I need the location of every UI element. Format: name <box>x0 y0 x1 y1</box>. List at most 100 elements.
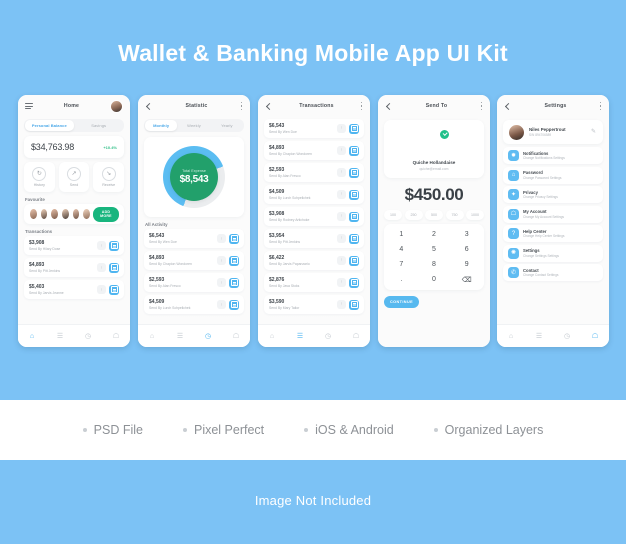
nav-clock-icon[interactable]: ◷ <box>324 332 333 341</box>
nav-home-icon[interactable]: ⌂ <box>28 332 37 341</box>
share-icon[interactable]: ↑ <box>217 300 226 310</box>
key-0[interactable]: 0 <box>419 273 450 286</box>
settings-item-contact[interactable]: ✆ Contact Change Contact Settings <box>503 264 603 281</box>
tab-monthly[interactable]: Monthly <box>145 120 178 132</box>
share-icon[interactable]: ↑ <box>217 256 226 266</box>
share-icon[interactable]: ↑ <box>217 278 226 288</box>
amount-display[interactable]: $450.00 <box>378 185 490 205</box>
share-icon[interactable]: ↑ <box>337 234 346 243</box>
favourite-avatar[interactable] <box>29 208 38 221</box>
receipt-icon[interactable] <box>349 277 359 288</box>
key-9[interactable]: 9 <box>451 258 482 271</box>
receipt-icon[interactable] <box>349 189 359 200</box>
table-row[interactable]: $6,422 Send By Jarvis Papanzario ↑ <box>264 251 364 270</box>
settings-item-password[interactable]: ⌂ Password Change Password Settings <box>503 166 603 184</box>
action-send[interactable]: ↗ Send <box>58 162 90 193</box>
key-7[interactable]: 7 <box>386 258 417 271</box>
key-3[interactable]: 3 <box>451 228 482 241</box>
settings-item-help-center[interactable]: ? Help Center Change Help Center Setting… <box>503 225 603 242</box>
share-icon[interactable]: ↑ <box>337 212 346 221</box>
share-icon[interactable]: ↑ <box>97 263 106 273</box>
favourite-avatar[interactable] <box>50 208 59 221</box>
table-row[interactable]: $2,593 Send By Alan Fresco ↑ <box>264 163 364 182</box>
table-row[interactable]: $4,893 Send By Chapion Wondoren ↑ <box>144 251 244 271</box>
profile-card[interactable]: Niles Peppertrout S/N 894706589 ✎ <box>503 120 603 144</box>
backspace-icon[interactable]: ⌫ <box>451 273 482 286</box>
chip-amount[interactable]: 750 <box>445 210 464 220</box>
share-icon[interactable]: ↑ <box>337 168 346 177</box>
nav-home-icon[interactable]: ⌂ <box>148 332 157 341</box>
table-row[interactable]: $5,403 Send By Jarvis Jeanne ↑ <box>24 280 124 300</box>
receipt-icon[interactable] <box>229 233 239 244</box>
nav-list-icon[interactable]: ☰ <box>56 332 65 341</box>
back-arrow-icon[interactable] <box>265 102 273 110</box>
share-icon[interactable]: ↑ <box>337 190 346 199</box>
favourite-avatar[interactable] <box>71 208 81 221</box>
table-row[interactable]: $3,908 Send By Rodney Artichoke ↑ <box>264 207 364 226</box>
share-icon[interactable]: ↑ <box>337 146 346 155</box>
table-row[interactable]: $4,509 Send By Lurch Schpellchek ↑ <box>144 295 244 315</box>
action-receive[interactable]: ↘ Receive <box>93 162 125 193</box>
table-row[interactable]: $6,543 Send By Wen Doe ↑ <box>144 229 244 249</box>
table-row[interactable]: $4,893 Send By Chapion Wondoren ↑ <box>264 141 364 160</box>
pencil-icon[interactable]: ✎ <box>590 129 597 136</box>
key-4[interactable]: 4 <box>386 243 417 256</box>
nav-clock-icon[interactable]: ◷ <box>84 332 93 341</box>
receipt-icon[interactable] <box>349 167 359 178</box>
receipt-icon[interactable] <box>109 284 119 295</box>
receipt-icon[interactable] <box>109 262 119 273</box>
chip-amount[interactable]: 250 <box>404 210 423 220</box>
share-icon[interactable]: ↑ <box>97 285 106 295</box>
share-icon[interactable]: ↑ <box>337 300 346 309</box>
key-2[interactable]: 2 <box>419 228 450 241</box>
settings-item-privacy[interactable]: ✦ Privacy Change Privacy Settings <box>503 186 603 203</box>
share-icon[interactable]: ↑ <box>97 241 106 251</box>
tab-weekly[interactable]: Weekly <box>178 120 210 131</box>
nav-list-icon[interactable]: ☰ <box>296 332 305 341</box>
kebab-menu-icon[interactable] <box>240 101 243 111</box>
receipt-icon[interactable] <box>349 255 359 266</box>
key-1[interactable]: 1 <box>386 228 417 241</box>
receipt-icon[interactable] <box>349 145 359 156</box>
nav-list-icon[interactable]: ☰ <box>176 332 185 341</box>
nav-person-icon[interactable]: ☖ <box>232 332 241 341</box>
kebab-menu-icon[interactable] <box>599 101 602 111</box>
share-icon[interactable]: ↑ <box>337 124 346 133</box>
key-decimal[interactable]: . <box>386 273 417 286</box>
table-row[interactable]: $3,954 Send By Pitt Jenkins ↑ <box>264 229 364 248</box>
avatar[interactable] <box>110 99 123 113</box>
favourite-avatar[interactable] <box>82 208 91 221</box>
favourite-avatar[interactable] <box>60 208 70 221</box>
action-history[interactable]: ↻ History <box>24 162 55 193</box>
nav-clock-icon[interactable]: ◷ <box>563 332 572 341</box>
share-icon[interactable]: ↑ <box>217 234 226 244</box>
settings-item-my-account[interactable]: ☖ My Account Change My Account Settings <box>503 205 603 223</box>
receipt-icon[interactable] <box>229 255 239 266</box>
tab-personal-balance[interactable]: Personal Balance <box>25 120 74 132</box>
receipt-icon[interactable] <box>349 123 359 134</box>
back-arrow-icon[interactable] <box>145 102 153 110</box>
receipt-icon[interactable] <box>349 233 359 244</box>
key-5[interactable]: 5 <box>419 243 450 256</box>
receipt-icon[interactable] <box>349 211 359 222</box>
add-more-button[interactable]: ADD MORE <box>92 206 120 222</box>
kebab-menu-icon[interactable] <box>360 101 363 111</box>
nav-home-icon[interactable]: ⌂ <box>507 332 516 341</box>
table-row[interactable]: $4,893 Send By Pitt Jenkins ↑ <box>24 258 124 278</box>
chip-amount[interactable]: 100 <box>384 210 402 220</box>
receipt-icon[interactable] <box>229 277 239 288</box>
receipt-icon[interactable] <box>229 299 239 310</box>
settings-item-notifications[interactable]: ✹ Notifications Change Notifications Set… <box>503 147 603 164</box>
back-arrow-icon[interactable] <box>504 102 512 110</box>
share-icon[interactable]: ↑ <box>337 278 346 287</box>
kebab-menu-icon[interactable] <box>480 101 483 111</box>
nav-person-icon[interactable]: ☖ <box>352 332 361 341</box>
key-8[interactable]: 8 <box>419 258 450 271</box>
hamburger-icon[interactable] <box>25 103 33 109</box>
nav-home-icon[interactable]: ⌂ <box>268 332 277 341</box>
nav-list-icon[interactable]: ☰ <box>535 332 544 341</box>
nav-person-icon[interactable]: ☖ <box>112 332 121 341</box>
table-row[interactable]: $2,593 Send By Alan Fresco ↑ <box>144 273 244 293</box>
table-row[interactable]: $2,876 Send By Java Stoks ↑ <box>264 273 364 292</box>
table-row[interactable]: $4,509 Send By Lurch Schpellchek ↑ <box>264 185 364 204</box>
